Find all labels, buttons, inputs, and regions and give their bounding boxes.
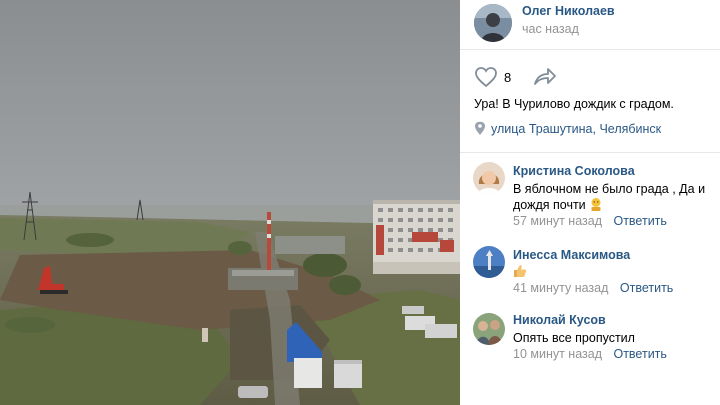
- comment-text: В яблочном не было града , Да и дождя по…: [513, 181, 713, 213]
- comment-item: Инесса Максимова 41 минуту назад Ответит…: [460, 246, 720, 300]
- comment-time[interactable]: 57 минут назад: [513, 214, 602, 228]
- person-avatar-icon: [473, 162, 505, 194]
- author-name[interactable]: Олег Николаев: [522, 4, 615, 18]
- comment-time[interactable]: 41 минуту назад: [513, 281, 608, 295]
- reply-button[interactable]: Ответить: [613, 347, 666, 361]
- commenter-name[interactable]: Николай Кусов: [513, 313, 606, 327]
- comment-text: [513, 264, 713, 280]
- post-text: Ура! В Чурилово дождик с градом.: [474, 97, 674, 111]
- comment-text: Опять все пропустил: [513, 331, 635, 345]
- person-avatar-icon: [474, 4, 512, 42]
- comment-time[interactable]: 10 минут назад: [513, 347, 602, 361]
- commenter-avatar[interactable]: [473, 162, 505, 194]
- group-photo-avatar-icon: [473, 313, 505, 345]
- landscape-avatar-icon: [473, 246, 505, 278]
- rainy-landscape-image: [0, 0, 460, 405]
- post-side-panel: Олег Николаев час назад 8 Ура! В Чурилов…: [460, 0, 720, 405]
- location-pin-icon: [474, 121, 486, 136]
- thumbs-up-emoji-icon: [513, 264, 527, 278]
- comment-body: В яблочном не было града , Да и дождя по…: [513, 182, 706, 212]
- reply-button[interactable]: Ответить: [620, 281, 673, 295]
- location-text[interactable]: улица Трашутина, Челябинск: [491, 122, 661, 136]
- post-time[interactable]: час назад: [522, 22, 579, 36]
- post-location[interactable]: улица Трашутина, Челябинск: [474, 121, 661, 136]
- comment-item: Кристина Соколова В яблочном не было гра…: [460, 162, 720, 232]
- author-avatar[interactable]: [474, 4, 512, 42]
- divider: [460, 152, 720, 153]
- post-photo[interactable]: [0, 0, 460, 405]
- commenter-name[interactable]: Инесса Максимова: [513, 248, 630, 262]
- commenter-avatar[interactable]: [473, 246, 505, 278]
- comment-meta: 10 минут назад Ответить: [513, 347, 667, 361]
- share-icon[interactable]: [533, 66, 557, 88]
- post-actions: 8: [474, 66, 557, 88]
- commenter-name[interactable]: Кристина Соколова: [513, 164, 635, 178]
- heart-icon[interactable]: [474, 66, 498, 88]
- face-emoji-icon: [589, 197, 603, 211]
- comment-item: Николай Кусов Опять все пропустил 10 мин…: [460, 311, 720, 365]
- commenter-avatar[interactable]: [473, 313, 505, 345]
- post-author-header: Олег Николаев час назад: [460, 0, 720, 50]
- comment-meta: 41 минуту назад Ответить: [513, 281, 673, 295]
- comment-meta: 57 минут назад Ответить: [513, 214, 667, 228]
- reply-button[interactable]: Ответить: [613, 214, 666, 228]
- like-count: 8: [504, 69, 512, 85]
